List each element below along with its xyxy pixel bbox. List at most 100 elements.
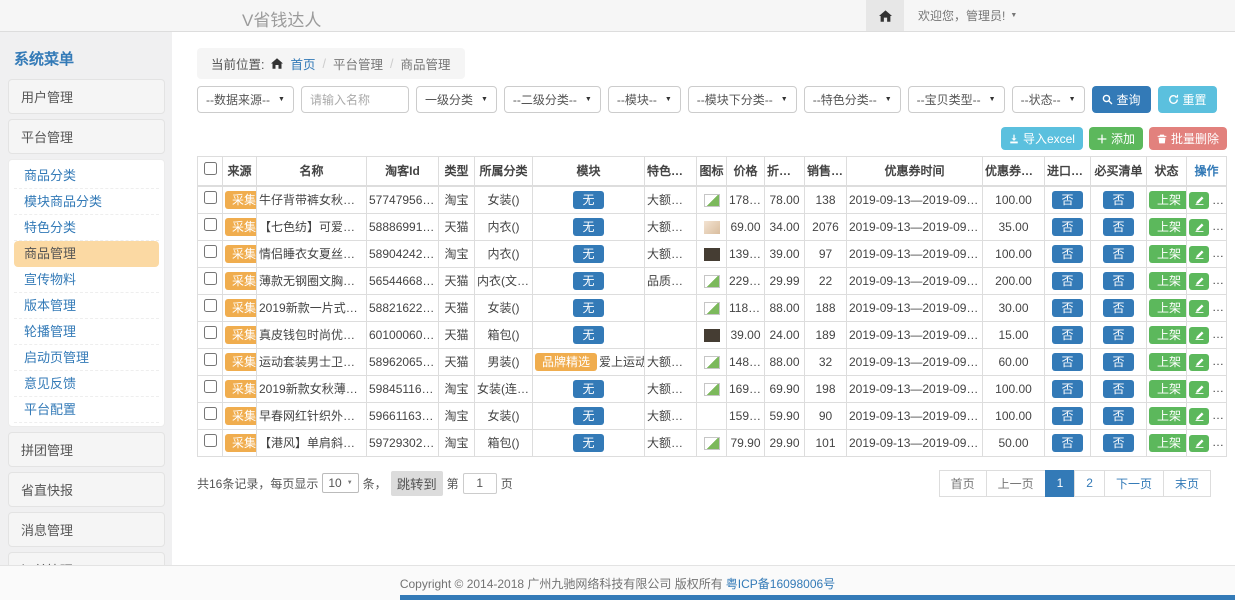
sidebar-submenu-item[interactable]: 宣传物料 (14, 267, 159, 293)
sidebar-submenu-item[interactable]: 商品管理 (14, 241, 159, 267)
reset-button[interactable]: 重置 (1158, 86, 1217, 113)
page-button[interactable]: 1 (1045, 470, 1076, 497)
module-none-badge[interactable]: 无 (573, 326, 603, 344)
import-pref-toggle[interactable]: 否 (1052, 407, 1082, 425)
import-pref-toggle[interactable]: 否 (1052, 245, 1082, 263)
page-button[interactable]: 末页 (1163, 470, 1211, 497)
import-pref-toggle[interactable]: 否 (1052, 272, 1082, 290)
must-buy-toggle[interactable]: 否 (1103, 218, 1133, 236)
import-pref-toggle[interactable]: 否 (1052, 299, 1082, 317)
sidebar-item[interactable]: 消息管理 (8, 512, 165, 547)
status-toggle[interactable]: 上架 (1149, 299, 1187, 317)
edit-button[interactable] (1189, 246, 1209, 263)
edit-button[interactable] (1189, 300, 1209, 317)
level2-category-select[interactable]: --二级分类-- ▼ (504, 86, 601, 113)
module-none-badge[interactable]: 无 (573, 434, 603, 452)
row-checkbox[interactable] (204, 245, 217, 258)
import-pref-toggle[interactable]: 否 (1052, 380, 1082, 398)
must-buy-toggle[interactable]: 否 (1103, 245, 1133, 263)
status-toggle[interactable]: 上架 (1149, 218, 1187, 236)
sidebar-item[interactable]: 订单管理 (8, 552, 165, 565)
sidebar-item-user-management[interactable]: 用户管理 (8, 79, 165, 114)
must-buy-toggle[interactable]: 否 (1103, 326, 1133, 344)
home-button[interactable] (866, 0, 904, 31)
module-none-badge[interactable]: 无 (573, 407, 603, 425)
must-buy-toggle[interactable]: 否 (1103, 407, 1133, 425)
edit-button[interactable] (1189, 327, 1209, 344)
must-buy-toggle[interactable]: 否 (1103, 380, 1133, 398)
module-brand-badge[interactable]: 品牌精选 (535, 353, 597, 371)
page-button[interactable]: 首页 (939, 470, 987, 497)
status-select[interactable]: --状态-- ▼ (1012, 86, 1085, 113)
module-none-badge[interactable]: 无 (573, 245, 603, 263)
row-checkbox[interactable] (204, 191, 217, 204)
edit-button[interactable] (1189, 435, 1209, 452)
module-none-badge[interactable]: 无 (573, 191, 603, 209)
breadcrumb-home-link[interactable]: 首页 (290, 54, 315, 73)
batch-delete-button[interactable]: 批量删除 (1149, 127, 1227, 150)
sidebar-submenu-item[interactable]: 启动页管理 (14, 345, 159, 371)
page-button[interactable]: 下一页 (1104, 470, 1164, 497)
sidebar-item-platform-management[interactable]: 平台管理 (8, 119, 165, 154)
sidebar-submenu-item[interactable]: 意见反馈 (14, 371, 159, 397)
import-pref-toggle[interactable]: 否 (1052, 326, 1082, 344)
status-toggle[interactable]: 上架 (1149, 245, 1187, 263)
must-buy-toggle[interactable]: 否 (1103, 299, 1133, 317)
must-buy-toggle[interactable]: 否 (1103, 353, 1133, 371)
row-checkbox[interactable] (204, 272, 217, 285)
row-checkbox[interactable] (204, 380, 217, 393)
row-checkbox[interactable] (204, 299, 217, 312)
sidebar-submenu-item[interactable]: 版本管理 (14, 293, 159, 319)
module-none-badge[interactable]: 无 (573, 299, 603, 317)
module-subcategory-select[interactable]: --模块下分类-- ▼ (688, 86, 797, 113)
select-all-checkbox[interactable] (204, 162, 217, 175)
data-source-select[interactable]: --数据来源-- ▼ (197, 86, 294, 113)
jump-button[interactable]: 跳转到 (391, 471, 443, 496)
icp-link[interactable]: 粤ICP备16098006号 (726, 575, 835, 592)
must-buy-toggle[interactable]: 否 (1103, 434, 1133, 452)
page-number-input[interactable] (463, 473, 497, 494)
level1-category-select[interactable]: 一级分类 ▼ (416, 86, 497, 113)
import-excel-button[interactable]: 导入excel (1001, 127, 1083, 150)
status-toggle[interactable]: 上架 (1149, 191, 1187, 209)
sidebar-submenu-item[interactable]: 模块商品分类 (14, 189, 159, 215)
edit-button[interactable] (1189, 381, 1209, 398)
name-search-input[interactable] (301, 86, 409, 113)
status-toggle[interactable]: 上架 (1149, 380, 1187, 398)
row-checkbox[interactable] (204, 434, 217, 447)
sidebar-item[interactable]: 拼团管理 (8, 432, 165, 467)
module-select[interactable]: --模块-- ▼ (608, 86, 681, 113)
item-type-select[interactable]: --宝贝类型-- ▼ (908, 86, 1005, 113)
page-button[interactable]: 2 (1074, 470, 1105, 497)
row-checkbox[interactable] (204, 218, 217, 231)
status-toggle[interactable]: 上架 (1149, 434, 1187, 452)
status-toggle[interactable]: 上架 (1149, 353, 1187, 371)
search-button[interactable]: 查询 (1092, 86, 1151, 113)
status-toggle[interactable]: 上架 (1149, 326, 1187, 344)
status-toggle[interactable]: 上架 (1149, 407, 1187, 425)
feature-category-select[interactable]: --特色分类-- ▼ (804, 86, 901, 113)
edit-button[interactable] (1189, 192, 1209, 209)
add-button[interactable]: 添加 (1089, 127, 1143, 150)
page-button[interactable]: 上一页 (986, 470, 1046, 497)
edit-button[interactable] (1189, 408, 1209, 425)
sidebar-submenu-item[interactable]: 特色分类 (14, 215, 159, 241)
sidebar-submenu-item[interactable]: 轮播管理 (14, 319, 159, 345)
per-page-select[interactable]: 10 ▼ (322, 473, 358, 493)
import-pref-toggle[interactable]: 否 (1052, 434, 1082, 452)
must-buy-toggle[interactable]: 否 (1103, 191, 1133, 209)
sidebar-submenu-item[interactable]: 商品分类 (14, 163, 159, 189)
import-pref-toggle[interactable]: 否 (1052, 191, 1082, 209)
sidebar-item[interactable]: 省直快报 (8, 472, 165, 507)
edit-button[interactable] (1189, 273, 1209, 290)
sidebar-submenu-item[interactable]: 平台配置 (14, 397, 159, 423)
user-menu[interactable]: 欢迎您，管理员! ▼ (918, 7, 1017, 24)
row-checkbox[interactable] (204, 326, 217, 339)
import-pref-toggle[interactable]: 否 (1052, 353, 1082, 371)
module-none-badge[interactable]: 无 (573, 380, 603, 398)
status-toggle[interactable]: 上架 (1149, 272, 1187, 290)
row-checkbox[interactable] (204, 353, 217, 366)
edit-button[interactable] (1189, 354, 1209, 371)
import-pref-toggle[interactable]: 否 (1052, 218, 1082, 236)
edit-button[interactable] (1189, 219, 1209, 236)
